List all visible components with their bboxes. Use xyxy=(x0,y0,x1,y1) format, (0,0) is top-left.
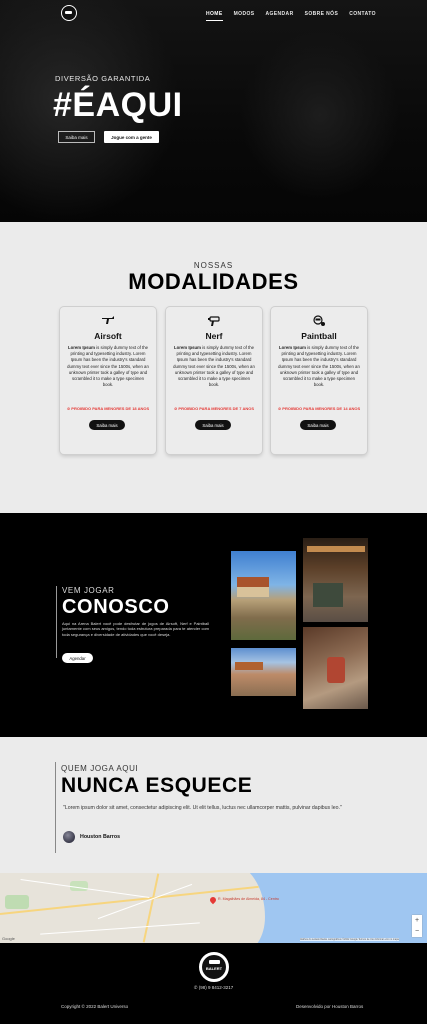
map-zoom-control: + − xyxy=(412,915,422,937)
hero-learn-more-button[interactable]: Saiba mais xyxy=(58,131,95,143)
testimonial-title: NUNCA ESQUECE xyxy=(61,774,253,797)
map-street xyxy=(40,922,200,935)
hero-section: DIVERSÃO GARANTIDA #ÉAQUI Saiba mais Jog… xyxy=(0,0,427,222)
testimonial-section: QUEM JOGA AQUI NUNCA ESQUECE "Lorem ipsu… xyxy=(0,737,427,873)
card-age-warning: ⊘ PROIBIDO PARA MENORES DE 18 ANOS xyxy=(66,406,150,411)
card-description: Lorem Ipsum is simply dummy text of the … xyxy=(173,345,255,388)
card-age-warning: ⊘ PROIBIDO PARA MENORES DE 14 ANOS xyxy=(277,406,361,411)
card-airsoft: Airsoft Lorem Ipsum is simply dummy text… xyxy=(60,307,156,454)
card-title: Airsoft xyxy=(94,331,122,341)
hero-background-shade-2 xyxy=(240,30,400,200)
location-map[interactable]: R. Magalhães de Almeida, 84 - Centro + −… xyxy=(0,873,427,943)
section-accent-bar xyxy=(56,586,57,658)
card-paintball: Paintball Lorem Ipsum is simply dummy te… xyxy=(271,307,367,454)
footer-logo-text: BALERT xyxy=(205,966,223,971)
modalidades-section: NOSSAS MODALIDADES Airsoft Lorem Ipsum i… xyxy=(0,222,427,513)
schedule-button[interactable]: Agendar xyxy=(62,653,93,663)
brand-logo[interactable] xyxy=(61,5,77,21)
card-description: Lorem Ipsum is simply dummy text of the … xyxy=(278,345,360,388)
conosco-kicker: VEM JOGAR xyxy=(62,586,115,595)
testimonial-kicker: QUEM JOGA AQUI xyxy=(61,764,139,773)
arena-photo-field xyxy=(231,648,296,696)
nerf-blaster-icon xyxy=(208,316,220,326)
conosco-description: Aqui na Arena Balert você pode desfrutar… xyxy=(62,621,209,637)
testimonial-quote: "Lorem ipsum dolor sit amet, consectetur… xyxy=(63,805,342,811)
hero-kicker: DIVERSÃO GARANTIDA xyxy=(55,74,151,83)
zoom-out-button[interactable]: − xyxy=(412,926,422,937)
conosco-section: VEM JOGAR CONOSCO Aqui na Arena Balert v… xyxy=(0,513,427,737)
footer-developer: Desenvolvido por Houston Barros xyxy=(296,1004,364,1009)
nav-home[interactable]: HOME xyxy=(206,11,223,21)
modalidades-title: MODALIDADES xyxy=(128,269,299,294)
testimonial-author: Houston Barros xyxy=(80,834,121,840)
avatar xyxy=(63,831,75,843)
card-age-warning: ⊘ PROIBIDO PARA MENORES DE 7 ANOS xyxy=(173,406,255,411)
card-title: Nerf xyxy=(205,331,223,341)
nav-modos[interactable]: MODOS xyxy=(234,11,255,21)
footer: BALERT ✆ (98) 9 8412-3217 Copyright © 20… xyxy=(0,943,427,1024)
arena-photo-obstacles xyxy=(303,627,368,709)
arena-photo-interior xyxy=(303,538,368,622)
card-learn-more-button[interactable]: Saiba mais xyxy=(300,420,336,430)
airsoft-gun-icon xyxy=(102,316,114,324)
map-coast xyxy=(205,873,265,943)
section-accent-bar xyxy=(55,762,56,853)
nav-sobre-nos[interactable]: SOBRE NÓS xyxy=(305,11,339,21)
arena-photo-exterior xyxy=(231,551,296,640)
nav-contato[interactable]: CONTATO xyxy=(349,11,376,21)
main-menu: HOME MODOS AGENDAR SOBRE NÓS CONTATO xyxy=(206,11,387,21)
card-title: Paintball xyxy=(301,331,337,341)
map-road xyxy=(142,873,160,943)
map-google-logo: Google xyxy=(2,936,15,941)
map-park xyxy=(5,895,29,909)
footer-phone[interactable]: ✆ (98) 9 8412-3217 xyxy=(0,985,427,991)
navbar: HOME MODOS AGENDAR SOBRE NÓS CONTATO xyxy=(0,0,427,28)
map-pin-label: R. Magalhães de Almeida, 84 - Centro xyxy=(218,897,279,901)
card-learn-more-button[interactable]: Saiba mais xyxy=(89,420,125,430)
footer-logo: BALERT xyxy=(199,952,229,982)
hero-play-button[interactable]: Jogue com a gente xyxy=(104,131,159,143)
gun-icon xyxy=(209,960,220,964)
zoom-in-button[interactable]: + xyxy=(412,915,422,926)
nav-agendar[interactable]: AGENDAR xyxy=(266,11,294,21)
card-learn-more-button[interactable]: Saiba mais xyxy=(195,420,231,430)
map-attribution[interactable]: Atalhos do teclado Dados cartográficos ©… xyxy=(300,938,399,941)
conosco-title: CONOSCO xyxy=(62,596,170,618)
hero-title: #ÉAQUI xyxy=(53,86,183,124)
footer-copyright: Copyright © 2022 Balert Universo xyxy=(61,1004,129,1009)
card-description: Lorem Ipsum is simply dummy text of the … xyxy=(67,345,149,388)
paintball-mask-icon xyxy=(313,315,325,326)
card-nerf: Nerf Lorem Ipsum is simply dummy text of… xyxy=(166,307,262,454)
